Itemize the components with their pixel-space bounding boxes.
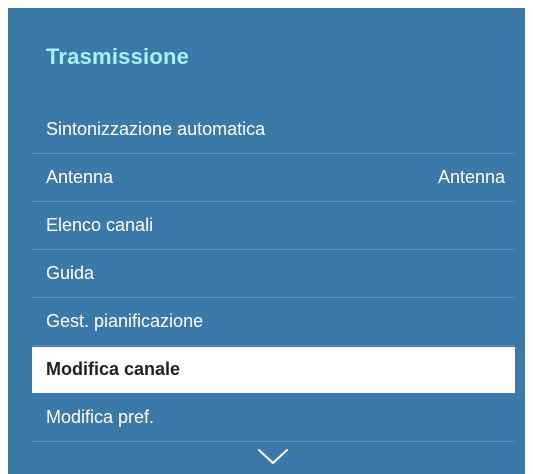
menu-item-edit-channel[interactable]: Modifica canale: [32, 347, 515, 393]
menu-item-value: Antenna: [437, 167, 505, 187]
broadcast-menu-panel: Trasmissione Sintonizzazione automatica …: [8, 8, 525, 474]
menu-item-label: Antenna: [46, 167, 114, 187]
menu-item-label: Gest. pianificazione: [46, 311, 204, 331]
menu-item-auto-tuning[interactable]: Sintonizzazione automatica: [32, 106, 515, 154]
chevron-down-icon: [258, 449, 288, 464]
menu-item-schedule-manager[interactable]: Gest. pianificazione: [32, 298, 515, 346]
scroll-down-button[interactable]: [256, 446, 290, 466]
menu-title: Trasmissione: [46, 44, 190, 69]
menu-item-antenna[interactable]: Antenna Antenna: [32, 154, 515, 202]
menu-item-label: Guida: [46, 263, 95, 283]
menu-item-label: Elenco canali: [46, 215, 154, 235]
menu-list: Sintonizzazione automatica Antenna Anten…: [32, 106, 515, 442]
menu-item-label: Sintonizzazione automatica: [46, 119, 266, 139]
menu-item-label: Modifica pref.: [46, 407, 155, 427]
menu-item-guide[interactable]: Guida: [32, 250, 515, 298]
menu-item-channel-list[interactable]: Elenco canali: [32, 202, 515, 250]
menu-item-edit-favorites[interactable]: Modifica pref.: [32, 394, 515, 442]
menu-item-label: Modifica canale: [46, 359, 181, 379]
